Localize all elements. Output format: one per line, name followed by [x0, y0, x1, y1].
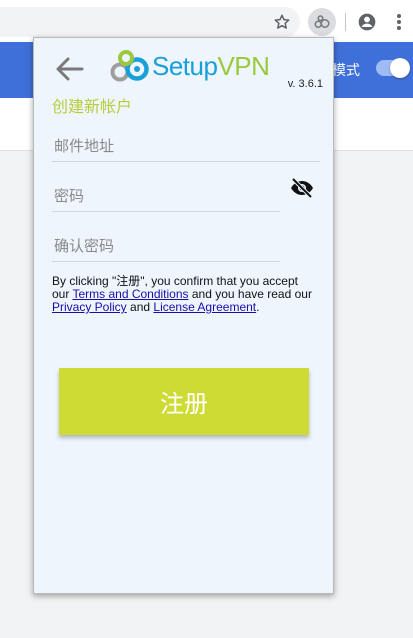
toggle-visibility-eye-icon[interactable]	[290, 177, 316, 199]
license-link[interactable]: License Agreement	[153, 300, 256, 314]
setupvpn-extension-icon[interactable]	[308, 8, 336, 36]
version-label: v. 3.6.1	[287, 78, 323, 90]
confirm-password-input[interactable]	[52, 231, 280, 261]
mode-toggle[interactable]	[376, 58, 410, 78]
address-bar[interactable]	[0, 7, 300, 37]
page-title: 创建新帐户	[52, 99, 133, 116]
more-vert-icon[interactable]	[387, 10, 411, 34]
password-field	[52, 181, 280, 212]
toggle-knob	[390, 58, 410, 78]
terms-link[interactable]: Terms and Conditions	[72, 287, 188, 301]
terms-text: By clicking "注册", you confirm that you a…	[52, 274, 312, 314]
email-field	[52, 131, 320, 162]
logo-wordmark: SetupVPN	[152, 51, 270, 81]
mode-label: 模式	[332, 62, 360, 78]
signup-button[interactable]: 注册	[59, 368, 309, 435]
back-arrow-icon[interactable]	[54, 54, 86, 84]
privacy-link[interactable]: Privacy Policy	[52, 300, 127, 314]
email-input[interactable]	[52, 131, 320, 161]
password-input[interactable]	[52, 181, 280, 211]
star-icon[interactable]	[270, 10, 294, 34]
setupvpn-logo: SetupVPN	[109, 48, 270, 84]
browser-toolbar	[0, 0, 413, 42]
account-icon[interactable]	[355, 10, 379, 34]
confirm-password-field	[52, 231, 280, 262]
setupvpn-popup: SetupVPN v. 3.6.1 创建新帐户 By clicking "注册"…	[33, 37, 334, 594]
toolbar-divider	[345, 13, 346, 31]
logo-rings-icon	[110, 50, 149, 82]
